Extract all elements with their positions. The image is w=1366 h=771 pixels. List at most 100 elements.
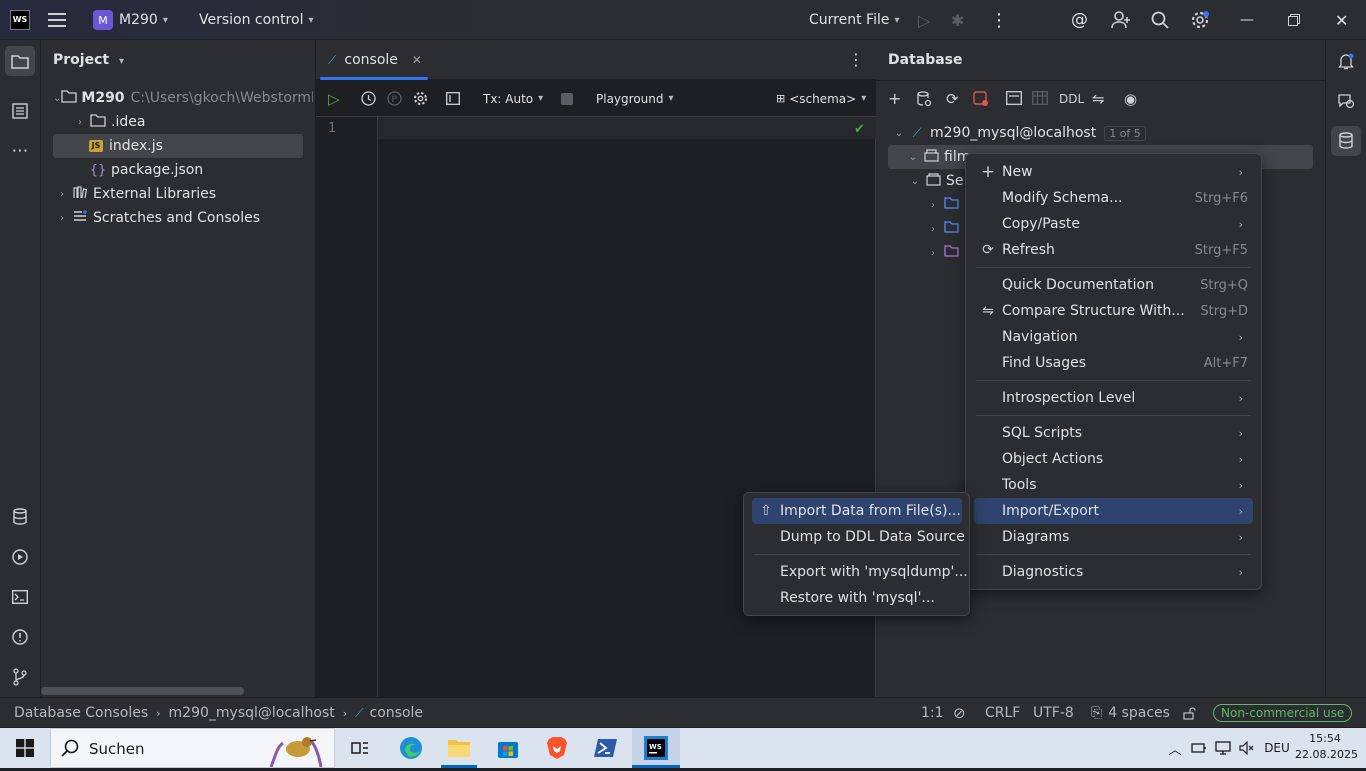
chevron-up-icon[interactable]: ︿ (1164, 728, 1186, 768)
run-icon[interactable]: ▷ (918, 0, 930, 40)
table-editor-icon[interactable] (1032, 91, 1048, 109)
brave-icon[interactable] (539, 728, 575, 768)
close-tab-icon[interactable]: ✕ (412, 53, 422, 67)
menu-item-import-export[interactable]: Import/Export › (974, 498, 1253, 524)
menu-item-modify-schema[interactable]: Modify Schema... Strg+F6 (974, 185, 1253, 211)
clock[interactable]: 15:54 22.08.2025 (1295, 731, 1358, 765)
menu-item-new[interactable]: + New › (974, 159, 1253, 185)
task-view-icon[interactable] (345, 728, 375, 768)
project-panel-header[interactable]: Project ▾ (53, 52, 124, 68)
menu-item-introspection-level[interactable]: Introspection Level › (974, 385, 1253, 411)
notifications-icon[interactable] (1331, 46, 1361, 76)
line-separator[interactable]: CRLF (985, 698, 1020, 728)
tree-item-scratches[interactable]: › Scratches and Consoles (53, 206, 313, 230)
menu-item-diagrams[interactable]: Diagrams › (974, 524, 1253, 550)
webstorm-icon[interactable]: WS (638, 728, 674, 768)
search-icon[interactable] (1151, 0, 1169, 40)
schema-dropdown[interactable]: ⊞ <schema> ▾ (776, 80, 866, 117)
edge-icon[interactable] (393, 728, 429, 768)
volume-mute-icon[interactable] (1236, 728, 1258, 768)
debug-icon[interactable]: ✱ (951, 0, 964, 40)
breadcrumb-item[interactable]: Database Consoles (14, 705, 148, 721)
run-config-selector[interactable]: Current File ▾ (809, 0, 900, 40)
transaction-mode-dropdown[interactable]: Tx: Auto ▾ (483, 80, 543, 117)
layout-icon[interactable] (446, 80, 460, 117)
menu-item-export-mysqldump[interactable]: Export with 'mysqldump'... (752, 559, 968, 585)
database-tool-icon[interactable] (1331, 126, 1361, 156)
language-indicator[interactable]: DEU (1262, 728, 1292, 768)
restore-icon[interactable] (1288, 0, 1300, 40)
tree-item-folder[interactable]: › (924, 193, 964, 217)
caret-position[interactable]: 1:1 (921, 698, 944, 728)
current-line-highlight[interactable] (378, 117, 876, 139)
ai-chat-icon[interactable] (1331, 86, 1361, 116)
history-icon[interactable] (361, 80, 376, 117)
project-switcher[interactable]: M M290 ▾ (93, 0, 168, 40)
tree-item-external-libraries[interactable]: › External Libraries (53, 182, 313, 206)
settings-icon[interactable] (413, 80, 428, 117)
taskbar-search-box[interactable]: Suchen (50, 728, 335, 768)
stop-icon[interactable] (561, 80, 573, 117)
data-source-properties-icon[interactable] (916, 91, 932, 111)
menu-item-restore-mysql[interactable]: Restore with 'mysql'... (752, 585, 962, 611)
tree-item-folder[interactable]: › (924, 241, 964, 265)
services-icon[interactable] (5, 542, 35, 572)
readonly-toggle-icon[interactable]: ⊘ (953, 698, 966, 728)
ai-assistant-icon[interactable]: @ (1071, 0, 1088, 40)
add-user-icon[interactable] (1111, 0, 1131, 40)
breadcrumb-item[interactable]: console (370, 705, 424, 721)
store-icon[interactable] (490, 728, 526, 768)
git-icon[interactable] (5, 662, 35, 692)
menu-item-object-actions[interactable]: Object Actions › (974, 446, 1253, 472)
eye-icon[interactable]: ◉ (1124, 90, 1137, 108)
menu-item-quick-documentation[interactable]: Quick Documentation Strg+Q (974, 272, 1253, 298)
tab-console[interactable]: ⟋ console ✕ (316, 40, 428, 80)
refresh-icon[interactable]: ⟳ (946, 90, 959, 108)
menu-item-tools[interactable]: Tools › (974, 472, 1253, 498)
tree-item-idea[interactable]: › .idea (71, 110, 311, 134)
ddl-button[interactable]: DDL (1059, 92, 1084, 106)
menu-item-import-data[interactable]: ⇧ Import Data from File(s)... (752, 498, 962, 524)
menu-item-refresh[interactable]: ⟳ Refresh Strg+F5 (974, 237, 1253, 263)
network-icon[interactable] (1212, 728, 1234, 768)
terminal-icon[interactable] (5, 582, 35, 612)
close-icon[interactable]: ✕ (1335, 0, 1348, 40)
compare-icon[interactable]: ⇋ (1092, 90, 1105, 108)
disconnect-icon[interactable] (973, 91, 989, 111)
tree-item-folder[interactable]: › (924, 217, 964, 241)
execute-icon[interactable]: ▷ (328, 80, 340, 117)
tree-item-m290[interactable]: ⌄ M290 C:\Users\gkoch\WebstormPr (53, 86, 313, 110)
menu-item-dump-ddl[interactable]: Dump to DDL Data Source (752, 524, 965, 550)
menu-item-copy-paste[interactable]: Copy/Paste › (974, 211, 1253, 237)
menu-item-navigation[interactable]: Navigation › (974, 324, 1253, 350)
settings-icon[interactable] (1190, 0, 1210, 40)
minimize-icon[interactable]: — (1240, 0, 1254, 40)
app-logo[interactable]: WS (10, 0, 30, 40)
windows-start-icon[interactable] (10, 728, 40, 768)
tab-options-icon[interactable]: ⋮ (848, 50, 864, 69)
more-tools-icon[interactable]: ⋯ (5, 136, 35, 166)
tree-item-datasource[interactable]: ⌄ ⟋ m290_mysql@localhost 1 of 5 (890, 121, 1310, 145)
menu-item-sql-scripts[interactable]: SQL Scripts › (974, 420, 1253, 446)
file-explorer-icon[interactable] (441, 728, 477, 768)
file-encoding[interactable]: UTF-8 (1033, 698, 1074, 728)
tree-item-package-json[interactable]: {} package.json (89, 158, 309, 182)
lock-icon[interactable] (1183, 698, 1196, 728)
structure-tool-icon[interactable] (5, 96, 35, 126)
pin-icon[interactable]: P (387, 80, 402, 117)
main-menu-icon[interactable] (48, 0, 66, 40)
menu-item-compare-structure[interactable]: ⇋ Compare Structure With... Strg+D (974, 298, 1253, 324)
breadcrumb-item[interactable]: m290_mysql@localhost (169, 705, 335, 721)
battery-icon[interactable] (1188, 728, 1210, 768)
more-actions-icon[interactable]: ⋮ (990, 0, 1008, 40)
vcs-widget[interactable]: Version control ▾ (199, 0, 314, 40)
menu-item-diagnostics[interactable]: Diagnostics › (974, 559, 1253, 585)
add-icon[interactable]: + (888, 89, 901, 108)
database-consoles-icon[interactable] (5, 502, 35, 532)
powershell-icon[interactable] (588, 728, 624, 768)
playground-dropdown[interactable]: Playground ▾ (596, 80, 674, 117)
project-tool-icon[interactable] (5, 46, 35, 76)
horizontal-scrollbar[interactable] (41, 687, 244, 695)
query-console-icon[interactable] (1006, 91, 1022, 109)
menu-item-find-usages[interactable]: Find Usages Alt+F7 (974, 350, 1253, 376)
